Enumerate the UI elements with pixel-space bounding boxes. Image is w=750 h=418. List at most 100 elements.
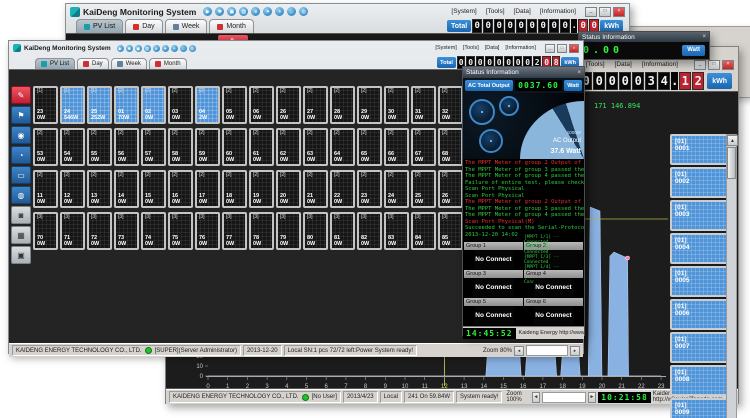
menu-item[interactable]: [Information] xyxy=(642,61,678,68)
pv-tile[interactable]: [1]24546W xyxy=(60,86,85,124)
pv-tile[interactable]: [2]270W xyxy=(303,86,328,124)
pv-tile[interactable]: [2]580W xyxy=(168,128,193,166)
pv-tile[interactable]: [3]800W xyxy=(303,212,328,250)
browser-icon[interactable]: e xyxy=(251,7,260,16)
inverter-panel-tile[interactable]: [01]0001 xyxy=(670,134,728,165)
scroll-right-icon[interactable]: ► xyxy=(588,392,596,403)
info-icon[interactable]: ◎ xyxy=(189,45,196,52)
close-icon[interactable]: × xyxy=(613,7,625,17)
pv-tile[interactable]: [2]620W xyxy=(276,128,301,166)
tab-day[interactable]: Day xyxy=(77,58,109,69)
pv-tile[interactable]: [2]530W xyxy=(33,128,58,166)
monitor-icon[interactable]: ▭ xyxy=(11,166,31,184)
maximize-icon[interactable]: □ xyxy=(708,60,720,70)
scroll-left-icon[interactable]: ◄ xyxy=(514,346,524,356)
pv-tile[interactable]: [2]670W xyxy=(411,128,436,166)
horizontal-scroll-track[interactable] xyxy=(542,392,586,403)
power-icon[interactable]: ◉ xyxy=(11,126,31,144)
menu-item[interactable]: [Data] xyxy=(485,45,500,51)
pv-tile[interactable]: [2]640W xyxy=(330,128,355,166)
pv-tile[interactable]: [2]680W xyxy=(438,128,463,166)
menu-item[interactable]: [Information] xyxy=(540,8,576,15)
menu-item[interactable]: [Information] xyxy=(505,45,536,51)
pv-tile[interactable]: [2]120W xyxy=(60,170,85,208)
disk-icon[interactable]: ▣ xyxy=(11,246,31,264)
close-icon[interactable]: × xyxy=(569,44,579,53)
pv-tile[interactable]: [2]280W xyxy=(330,86,355,124)
palette-title-bar[interactable]: Status Information × xyxy=(579,32,709,42)
pv-tile[interactable]: [3]780W xyxy=(249,212,274,250)
pv-tile[interactable]: [2]180W xyxy=(222,170,247,208)
pv-tile[interactable]: [2]200W xyxy=(276,170,301,208)
plus-icon[interactable]: + xyxy=(171,45,178,52)
pv-tile[interactable]: [2]042W xyxy=(195,86,220,124)
tab-month[interactable]: Month xyxy=(209,19,253,33)
pv-tile[interactable]: [2]630W xyxy=(303,128,328,166)
gear-icon[interactable]: ✱ xyxy=(215,7,224,16)
pv-tile[interactable]: [3]740W xyxy=(141,212,166,250)
menu-item[interactable]: [Tools] xyxy=(586,61,605,68)
pv-tile[interactable]: [3]830W xyxy=(384,212,409,250)
pv-tile[interactable]: [2]250W xyxy=(411,170,436,208)
pv-tile[interactable]: [2]260W xyxy=(438,170,463,208)
inverter-panel-tile[interactable]: [01]0009 xyxy=(670,398,728,418)
pv-tile[interactable]: [3]750W xyxy=(168,212,193,250)
inverter-panel-tile[interactable]: [01]0007 xyxy=(670,332,728,363)
play-icon[interactable]: ▶ xyxy=(203,7,212,16)
pv-tile[interactable]: [2]210W xyxy=(303,170,328,208)
pv-tile[interactable]: [3]700W xyxy=(33,212,58,250)
lock-icon[interactable]: ▣ xyxy=(135,45,142,52)
browser-icon[interactable]: e xyxy=(153,45,160,52)
inverter-panel-tile[interactable]: [01]0006 xyxy=(670,299,728,330)
pv-tile[interactable]: [2]190W xyxy=(249,170,274,208)
tab-week[interactable]: Week xyxy=(111,58,147,69)
menu-item[interactable]: [Data] xyxy=(615,61,632,68)
menu-item[interactable]: [System] xyxy=(451,8,476,15)
palette-title-bar[interactable]: Status Information × xyxy=(463,67,584,78)
pv-tile[interactable]: [2]540W xyxy=(60,128,85,166)
camera-icon[interactable]: ◙ xyxy=(11,206,31,224)
menu-item[interactable]: [Tools] xyxy=(463,45,479,51)
pv-tile[interactable]: [3]810W xyxy=(330,212,355,250)
tab-pv-list[interactable]: PV List xyxy=(76,19,123,33)
pv-tile[interactable]: [2]020W xyxy=(141,86,166,124)
maximize-icon[interactable]: □ xyxy=(599,7,611,17)
scroll-up-icon[interactable]: ▲ xyxy=(727,135,738,146)
inverter-panel-tile[interactable]: [01]0003 xyxy=(670,200,728,231)
title-bar[interactable]: KaiDeng Monitoring System ▶✱▣▥e✦+←◎ [Sys… xyxy=(9,41,583,55)
title-bar[interactable]: KaiDeng Monitoring System ▶✱▣▥e✦+←◎ [Sys… xyxy=(66,4,629,19)
pv-tile[interactable]: [2]660W xyxy=(384,128,409,166)
pv-tile[interactable]: [3]710W xyxy=(60,212,85,250)
pv-tile[interactable]: [3]820W xyxy=(357,212,382,250)
film-icon[interactable]: ▦ xyxy=(11,226,31,244)
pin-icon[interactable]: ✦ xyxy=(162,45,169,52)
pv-tile[interactable]: [3]720W xyxy=(87,212,112,250)
pv-tile[interactable]: [3]730W xyxy=(114,212,139,250)
pv-tile[interactable]: [2]0170W xyxy=(114,86,139,124)
inverter-panel-tile[interactable]: [01]0005 xyxy=(670,266,728,297)
minimize-icon[interactable]: _ xyxy=(694,60,706,70)
pv-tile[interactable]: [2]220W xyxy=(330,170,355,208)
pin-icon[interactable]: ✦ xyxy=(263,7,272,16)
pv-tile[interactable]: [2]060W xyxy=(249,86,274,124)
back-icon[interactable]: ← xyxy=(180,45,187,52)
pv-tile[interactable]: [3]760W xyxy=(195,212,220,250)
back-icon[interactable]: ← xyxy=(287,7,296,16)
info-icon[interactable]: ◎ xyxy=(299,7,308,16)
pv-tile[interactable]: [2]650W xyxy=(357,128,382,166)
pv-tile[interactable]: [2]230W xyxy=(357,170,382,208)
pv-tile[interactable]: [3]770W xyxy=(222,212,247,250)
pv-tile[interactable]: [3]840W xyxy=(411,212,436,250)
tab-week[interactable]: Week xyxy=(165,19,208,33)
play-icon[interactable]: ▶ xyxy=(117,45,124,52)
pv-tile[interactable]: [2]130W xyxy=(87,170,112,208)
pv-tile[interactable]: [2]140W xyxy=(114,170,139,208)
panel-list-scrollbar[interactable]: ▲ ▼ xyxy=(726,134,737,418)
horizontal-scroll-track[interactable] xyxy=(526,345,568,356)
pv-tile[interactable]: [2]570W xyxy=(141,128,166,166)
inverter-panel-tile[interactable]: [01]0008 xyxy=(670,365,728,396)
pv-tile[interactable]: [2]170W xyxy=(195,170,220,208)
inverter-panel-tile[interactable]: [01]0004 xyxy=(670,233,728,264)
flag-icon[interactable]: ⚑ xyxy=(11,106,31,124)
minimize-icon[interactable]: _ xyxy=(585,7,597,17)
